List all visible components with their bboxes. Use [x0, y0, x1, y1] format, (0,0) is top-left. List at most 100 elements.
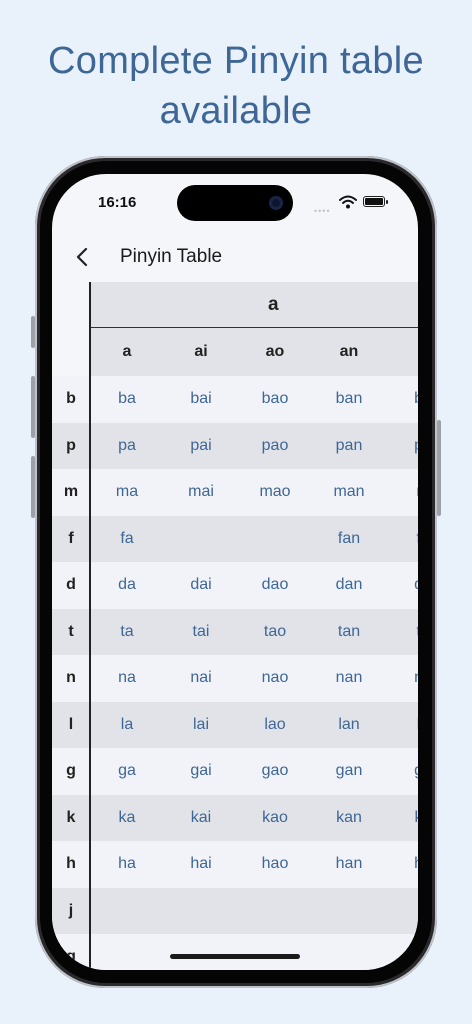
- syllable-cell[interactable]: mao: [238, 469, 312, 516]
- initial-cell: b: [66, 390, 76, 407]
- back-button[interactable]: [70, 244, 96, 270]
- initial-cell: t: [68, 622, 74, 640]
- syllable-cell[interactable]: pai: [164, 423, 238, 470]
- page-title: Pinyin Table: [120, 246, 223, 267]
- syllable-cell[interactable]: ga: [90, 748, 164, 795]
- syllable-cell[interactable]: ta: [386, 609, 418, 656]
- initial-cell: d: [66, 576, 76, 593]
- syllable-cell[interactable]: gan: [312, 748, 386, 795]
- syllable-cell[interactable]: ta: [90, 609, 164, 656]
- syllable-cell[interactable]: ha: [90, 841, 164, 888]
- syllable-cell[interactable]: bao: [238, 376, 312, 423]
- phone-volume-down-button: [31, 456, 35, 518]
- vowel-header-cell: ai: [194, 343, 208, 360]
- syllable-cell[interactable]: ban: [312, 376, 386, 423]
- camera-icon: [269, 196, 283, 210]
- syllable-cell[interactable]: tao: [238, 609, 312, 656]
- syllable-cell[interactable]: ka: [386, 795, 418, 842]
- syllable-cell: [312, 934, 386, 970]
- syllable-cell[interactable]: fa: [90, 516, 164, 563]
- table-row: nnanainaonanna: [52, 655, 418, 702]
- syllable-cell[interactable]: man: [312, 469, 386, 516]
- table-row: ffafanfa: [52, 515, 418, 563]
- syllable-cell[interactable]: tai: [164, 609, 238, 656]
- syllable-cell[interactable]: m: [386, 469, 418, 516]
- syllable-cell[interactable]: da: [90, 562, 164, 609]
- table-row: mmamaimaomanm: [52, 469, 418, 516]
- phone-power-button: [437, 420, 441, 516]
- syllable-cell[interactable]: hao: [238, 841, 312, 888]
- phone-screen: 16:16 •••• Pinyin Table a a ai ao an a b…: [52, 174, 418, 970]
- initial-cell: h: [66, 855, 76, 872]
- syllable-cell[interactable]: lai: [164, 702, 238, 749]
- syllable-cell[interactable]: han: [312, 841, 386, 888]
- syllable-cell[interactable]: pao: [238, 423, 312, 470]
- table-row: ggagaigaoganga: [52, 748, 418, 795]
- syllable-cell: [238, 516, 312, 563]
- table-row: hhahaihaohanha: [52, 841, 418, 888]
- initial-cell: q: [66, 948, 76, 965]
- syllable-cell[interactable]: kao: [238, 795, 312, 842]
- syllable-cell[interactable]: tan: [312, 609, 386, 656]
- syllable-cell[interactable]: bai: [164, 376, 238, 423]
- syllable-cell: [90, 888, 164, 935]
- syllable-cell[interactable]: dai: [164, 562, 238, 609]
- table-row: llalailaolanla: [52, 701, 418, 749]
- syllable-cell[interactable]: nan: [312, 655, 386, 702]
- syllable-cell[interactable]: kai: [164, 795, 238, 842]
- syllable-cell[interactable]: ga: [386, 748, 418, 795]
- syllable-cell: [312, 888, 386, 935]
- syllable-cell[interactable]: nai: [164, 655, 238, 702]
- syllable-cell[interactable]: dao: [238, 562, 312, 609]
- table-group-header: a: [90, 282, 418, 328]
- chevron-left-icon: [76, 247, 88, 267]
- table-row: bbabaibaobanba: [52, 376, 418, 423]
- dynamic-island: [177, 185, 293, 221]
- table-row: ppapaipaopanpa: [52, 422, 418, 470]
- vowel-header-cell: ao: [265, 343, 285, 360]
- initial-cell: g: [66, 762, 76, 779]
- initial-cell: n: [66, 669, 76, 686]
- table-row: j: [52, 887, 418, 935]
- syllable-cell[interactable]: la: [386, 702, 418, 749]
- syllable-cell[interactable]: nao: [238, 655, 312, 702]
- initial-cell: m: [63, 483, 79, 500]
- syllable-cell[interactable]: pa: [386, 423, 418, 470]
- syllable-cell[interactable]: lao: [238, 702, 312, 749]
- syllable-cell[interactable]: mai: [164, 469, 238, 516]
- syllable-cell[interactable]: na: [90, 655, 164, 702]
- syllable-cell[interactable]: dan: [312, 562, 386, 609]
- syllable-cell[interactable]: ka: [90, 795, 164, 842]
- table-row: kkakaikaokanka: [52, 794, 418, 842]
- syllable-cell: [90, 934, 164, 970]
- status-time: 16:16: [98, 194, 137, 211]
- home-indicator[interactable]: [170, 954, 300, 959]
- syllable-cell[interactable]: fan: [312, 516, 386, 563]
- syllable-cell[interactable]: ma: [90, 469, 164, 516]
- syllable-cell[interactable]: ha: [386, 841, 418, 888]
- vowel-header-cell: a: [122, 343, 132, 360]
- syllable-cell[interactable]: na: [386, 655, 418, 702]
- syllable-cell[interactable]: ba: [90, 376, 164, 423]
- syllable-cell[interactable]: pa: [90, 423, 164, 470]
- syllable-cell[interactable]: gai: [164, 748, 238, 795]
- table-row: ddadaidaodanda: [52, 562, 418, 609]
- syllable-cell[interactable]: kan: [312, 795, 386, 842]
- syllable-cell[interactable]: lan: [312, 702, 386, 749]
- syllable-cell[interactable]: gao: [238, 748, 312, 795]
- initial-cell: l: [68, 715, 74, 733]
- initial-cell: j: [68, 901, 74, 919]
- syllable-cell[interactable]: ba: [386, 376, 418, 423]
- initial-column-divider: [89, 282, 91, 970]
- syllable-cell[interactable]: hai: [164, 841, 238, 888]
- group-header-label: a: [268, 294, 279, 315]
- syllable-cell[interactable]: fa: [386, 516, 418, 563]
- initial-cell: f: [68, 529, 74, 547]
- pinyin-table: a a ai ao an a bbabaibaobanbappapaipaopa…: [52, 282, 418, 970]
- syllable-cell[interactable]: da: [386, 562, 418, 609]
- vowel-header-cell: a: [386, 328, 418, 376]
- headline-line-2: available: [159, 90, 313, 132]
- syllable-cell[interactable]: pan: [312, 423, 386, 470]
- headline: Complete Pinyin table available: [0, 36, 472, 136]
- syllable-cell[interactable]: la: [90, 702, 164, 749]
